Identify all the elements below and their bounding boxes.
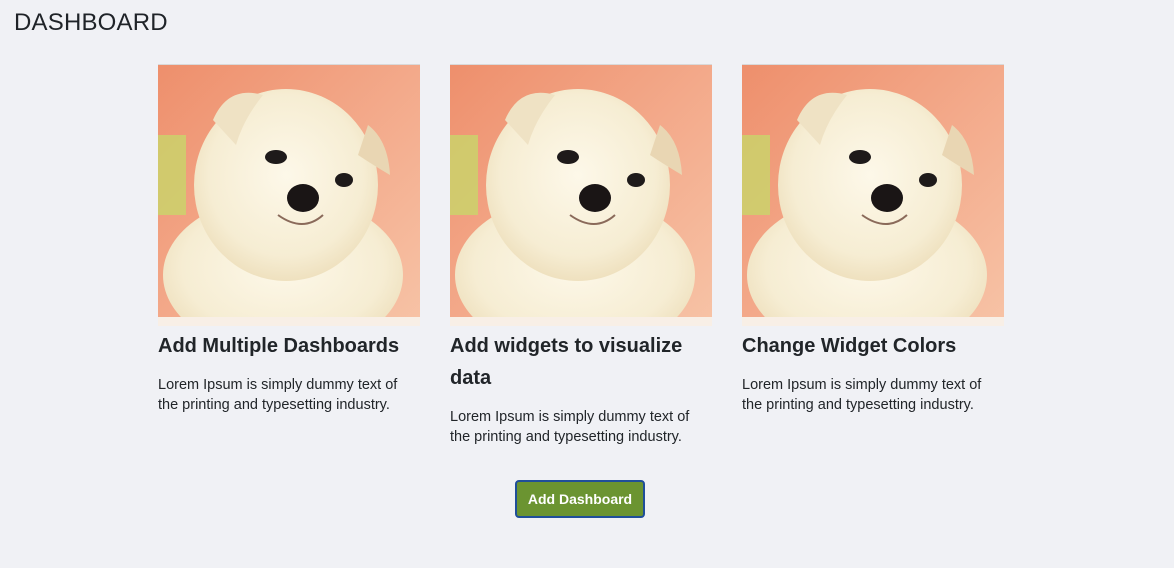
page-title: DASHBOARD <box>14 9 168 36</box>
card-description: Lorem Ipsum is simply dummy text of the … <box>742 377 982 413</box>
puppy-photo <box>742 64 1004 326</box>
add-dashboard-button[interactable]: Add Dashboard <box>515 480 645 518</box>
feature-card-colors: Change Widget Colors Lorem Ipsum is simp… <box>742 64 1004 447</box>
card-title: Change Widget Colors <box>742 335 957 357</box>
dashboard-page: DASHBOARD Add Multiple Dashboards Lorem … <box>0 0 1174 568</box>
feature-cards: Add Multiple Dashboards Lorem Ipsum is s… <box>158 64 1004 447</box>
card-description: Lorem Ipsum is simply dummy text of the … <box>158 377 398 413</box>
feature-card-dashboards: Add Multiple Dashboards Lorem Ipsum is s… <box>158 64 420 447</box>
card-description: Lorem Ipsum is simply dummy text of the … <box>450 409 690 445</box>
feature-card-widgets: Add widgets to visualize data Lorem Ipsu… <box>450 64 712 447</box>
card-title: Add Multiple Dashboards <box>158 335 400 357</box>
card-title: Add widgets to visualize data <box>450 335 683 389</box>
puppy-photo <box>450 64 712 326</box>
puppy-photo <box>158 64 420 326</box>
